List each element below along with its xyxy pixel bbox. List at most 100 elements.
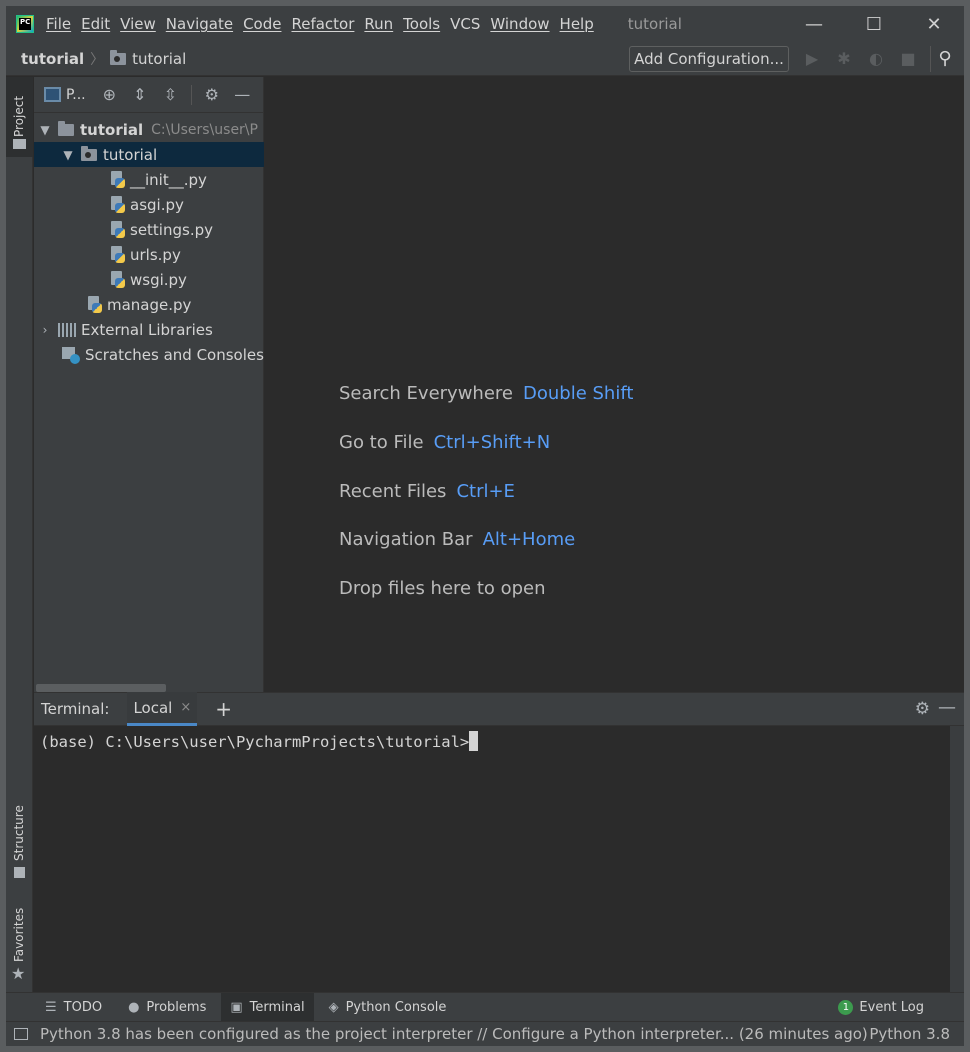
collapse-all-icon[interactable]: ⇳ [161,84,181,106]
status-message[interactable]: Python 3.8 has been configured as the pr… [40,1025,868,1043]
tool-windows-icon[interactable] [14,1028,28,1040]
python-file-icon [110,270,126,289]
menu-file[interactable]: File [46,15,71,33]
expand-all-icon[interactable]: ⇕ [130,84,150,106]
search-icon[interactable]: ⚲ [934,48,956,70]
hide-icon[interactable]: — [938,697,956,718]
tree-item-label: External Libraries [81,320,213,339]
pycharm-logo-icon: PC [16,15,34,33]
project-view-selector[interactable]: P... [44,87,86,103]
chevron-down-icon[interactable]: ▼ [61,148,75,162]
hint-text: Navigation Bar [339,529,473,550]
breadcrumb-project[interactable]: tutorial [21,50,84,68]
menu-view[interactable]: View [120,15,156,33]
menu-edit[interactable]: Edit [81,15,110,33]
tree-item-settings-py[interactable]: settings.py [34,217,264,242]
hint-search-everywhere: Search Everywhere Double Shift [339,383,633,404]
tree-item-label: urls.py [130,245,181,264]
menu-code[interactable]: Code [243,15,281,33]
problems-tab[interactable]: ● Problems [119,993,215,1022]
terminal-tab-local[interactable]: Local × [127,692,198,726]
run-icon[interactable]: ▶ [803,50,821,68]
editor-area: Search Everywhere Double Shift Go to File… [265,77,964,692]
add-configuration-button[interactable]: Add Configuration... [629,46,789,72]
new-terminal-button[interactable]: + [215,697,232,721]
python-icon: ◈ [328,999,339,1015]
hint-text: Drop files here to open [339,578,546,599]
tree-item-tutorial-package[interactable]: ▼ tutorial [34,142,264,167]
tree-item-label: tutorial [103,145,158,164]
horizontal-scrollbar[interactable] [36,684,166,692]
terminal-output[interactable]: (base) C:\Users\user\PycharmProjects\tut… [34,726,964,992]
left-tool-strip: Project Structure Favorites ★ [6,77,33,992]
python-console-tab-label: Python Console [345,999,447,1015]
close-button[interactable]: ✕ [904,6,964,42]
tree-item-init-py[interactable]: __init__.py [34,167,264,192]
menu-vcs[interactable]: VCS [450,15,480,33]
minimize-button[interactable]: — [784,6,844,42]
locate-icon[interactable]: ⊕ [100,84,120,106]
hint-shortcut: Ctrl+E [456,481,515,502]
breadcrumb-folder[interactable]: tutorial [132,50,186,68]
maximize-button[interactable]: ☐ [844,6,904,42]
gear-icon[interactable]: ⚙ [202,84,222,106]
tree-item-urls-py[interactable]: urls.py [34,242,264,267]
python-file-icon [110,220,126,239]
tree-item-label: settings.py [130,220,213,239]
folder-icon [58,120,74,136]
menu-run[interactable]: Run [364,15,393,33]
hint-drop-files: Drop files here to open [339,578,546,599]
tree-item-label: Scratches and Consoles [85,345,264,364]
terminal-scrollbar[interactable] [950,726,964,992]
terminal-title: Terminal: [41,700,110,718]
folder-icon [13,139,26,149]
interpreter-selector[interactable]: Python 3.8 [869,1025,950,1043]
info-icon: ● [128,999,140,1015]
list-icon: ☰ [45,999,57,1015]
terminal-prompt: (base) C:\Users\user\PycharmProjects\tut… [40,733,470,751]
chevron-down-icon[interactable]: ▼ [38,123,52,137]
gear-icon[interactable]: ⚙ [915,699,930,719]
tree-item-external-libraries[interactable]: › External Libraries [34,317,264,342]
todo-tab[interactable]: ☰ TODO [36,993,111,1022]
tree-item-scratches[interactable]: Scratches and Consoles [34,342,264,367]
event-log-tab[interactable]: 1 Event Log [838,993,924,1022]
terminal-tool-tab[interactable]: ▣ Terminal [221,992,314,1022]
hide-icon[interactable]: — [233,84,253,106]
close-tab-icon[interactable]: × [180,700,191,715]
project-view-label: P... [66,86,86,103]
tree-item-label: wsgi.py [130,270,187,289]
toolbar-separator [191,84,193,105]
window-controls: — ☐ ✕ [784,6,964,42]
chevron-right-icon[interactable]: › [38,323,52,337]
menu-window[interactable]: Window [490,15,549,33]
python-file-icon [110,245,126,264]
stop-icon[interactable]: ■ [899,50,917,68]
tree-item-project-root[interactable]: ▼ tutorial C:\Users\user\P [34,117,264,142]
structure-tool-tab[interactable]: Structure [6,797,33,887]
problems-tab-label: Problems [146,999,207,1015]
hint-text: Recent Files [339,481,447,502]
menu-help[interactable]: Help [560,15,594,33]
package-icon [81,145,97,161]
terminal-header: Terminal: Local × + ⚙ — [34,692,964,726]
event-log-label: Event Log [859,1000,924,1015]
favorites-tool-tab[interactable]: Favorites ★ [6,902,33,992]
hint-shortcut: Double Shift [523,383,634,404]
python-console-tab[interactable]: ◈ Python Console [320,993,456,1022]
menu-tools[interactable]: Tools [403,15,440,33]
menu-refactor[interactable]: Refactor [291,15,354,33]
tree-item-manage-py[interactable]: manage.py [34,292,264,317]
python-file-icon [87,295,103,314]
terminal-tab-label: Local [133,698,173,717]
toolbar-divider [930,46,931,72]
menu-navigate[interactable]: Navigate [166,15,233,33]
debug-icon[interactable]: ✱ [835,50,853,68]
tree-item-asgi-py[interactable]: asgi.py [34,192,264,217]
todo-tab-label: TODO [63,999,103,1015]
tree-item-wsgi-py[interactable]: wsgi.py [34,267,264,292]
project-tool-tab[interactable]: Project [6,77,33,157]
coverage-icon[interactable]: ◐ [867,50,885,68]
bottom-tool-bar: ☰ TODO ● Problems ▣ Terminal ◈ Python Co… [6,992,964,1022]
hint-go-to-file: Go to File Ctrl+Shift+N [339,432,550,453]
